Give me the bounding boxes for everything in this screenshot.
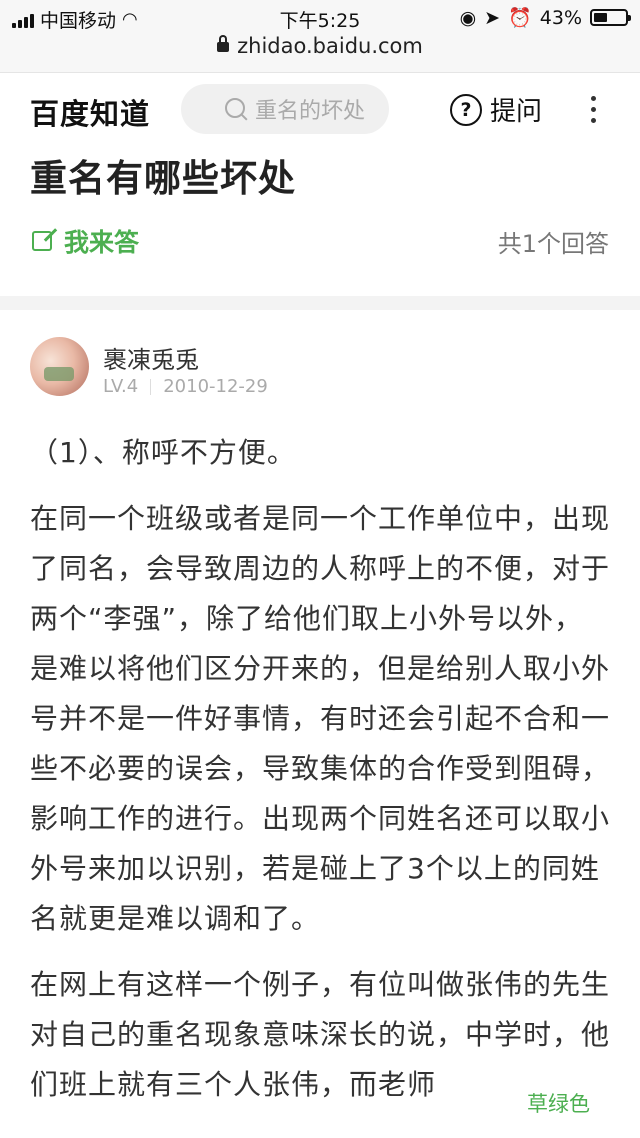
- url-text: zhidao.baidu.com: [237, 34, 423, 58]
- answer-paragraph: 在网上有这样一个例子，有位叫做张伟的先生对自己的重名现象意味深长的说，中学时，他…: [30, 968, 611, 1101]
- answer-count: 共1个回答: [497, 230, 609, 258]
- lock-rotation-icon: ◉: [459, 6, 477, 29]
- search-icon: [225, 98, 245, 118]
- search-placeholder: 重名的坏处: [255, 99, 366, 124]
- meta-separator: [150, 378, 152, 395]
- edit-icon: [32, 231, 52, 251]
- section-divider: [0, 296, 640, 310]
- user-meta: LV.4 2010-12-29: [103, 376, 268, 397]
- answer-button-label: 我来答: [64, 228, 140, 257]
- site-logo[interactable]: 百度知道: [30, 91, 150, 133]
- search-box[interactable]: 重名的坏处: [181, 84, 389, 134]
- battery-percent: 43%: [539, 6, 582, 29]
- battery-icon: [590, 9, 631, 26]
- user-name[interactable]: 裹凍兎兎: [103, 340, 199, 375]
- answer-paragraph: 在同一个班级或者是同一个工作单位中，出现了同名，会导致周边的人称呼上的不便，对于…: [30, 502, 611, 935]
- location-icon: ➤: [484, 6, 501, 29]
- address-bar[interactable]: zhidao.baidu.com: [0, 34, 640, 58]
- question-title: 重名有哪些坏处: [30, 157, 296, 200]
- user-level: LV.4: [103, 376, 139, 397]
- answer-content: （1）、称呼不方便。 在同一个班级或者是同一个工作单位中，出现了同名，会导致周边…: [30, 428, 610, 1126]
- lock-icon: [217, 35, 230, 52]
- ask-button[interactable]: ? 提问: [450, 91, 542, 128]
- answer-paragraph: （1）、称呼不方便。: [30, 436, 296, 469]
- alarm-icon: ⏰: [508, 7, 532, 29]
- status-bar: 中国移动 ◠ 下午5:25 ◉ ➤ ⏰ 43% zhidao.baidu.com: [0, 0, 640, 73]
- top-navbar: 百度知道 重名的坏处 ? 提问: [0, 73, 640, 147]
- answer-date: 2010-12-29: [163, 376, 268, 397]
- watermark-text: 草绿色: [527, 1088, 590, 1118]
- question-icon: ?: [450, 93, 482, 126]
- more-menu-icon[interactable]: [591, 96, 597, 123]
- ask-label: 提问: [490, 97, 543, 127]
- answer-button[interactable]: 我来答: [32, 223, 139, 259]
- avatar[interactable]: [30, 337, 89, 396]
